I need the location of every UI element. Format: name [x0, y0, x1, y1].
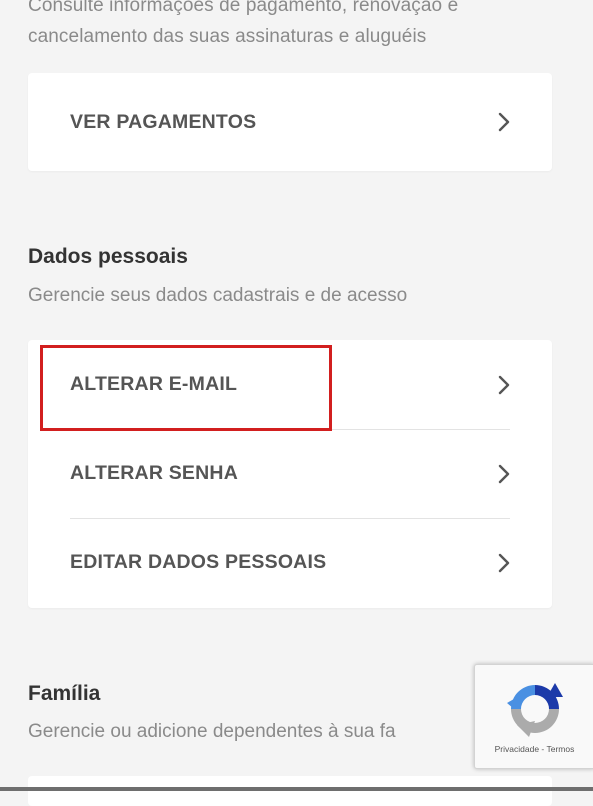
bottom-edge [0, 787, 593, 791]
chevron-right-icon [498, 375, 510, 394]
view-payments-button[interactable]: VER PAGAMENTOS [28, 73, 552, 171]
chevron-right-icon [498, 553, 510, 572]
privacy-link[interactable]: Privacidade [495, 744, 539, 754]
recaptcha-badge[interactable]: Privacidade - Termos [474, 664, 593, 769]
edit-personal-data-label: EDITAR DADOS PESSOAIS [70, 551, 327, 573]
highlight-box [40, 345, 332, 431]
recaptcha-links: Privacidade - Termos [475, 744, 593, 754]
payments-description: Consulte informações de pagamento, renov… [28, 0, 459, 47]
terms-link[interactable]: Termos [546, 744, 574, 754]
personal-section-title: Dados pessoais [28, 245, 188, 268]
payments-card: VER PAGAMENTOS [28, 73, 552, 171]
family-section-subtitle: Gerencie ou adicione dependentes à sua f… [28, 721, 396, 742]
personal-section-subtitle: Gerencie seus dados cadastrais e de aces… [28, 285, 408, 306]
change-password-label: ALTERAR SENHA [70, 462, 238, 484]
edit-personal-data-button[interactable]: EDITAR DADOS PESSOAIS [28, 518, 552, 607]
change-password-button[interactable]: ALTERAR SENHA [28, 429, 552, 518]
chevron-right-icon [498, 464, 510, 483]
chevron-right-icon [498, 112, 510, 132]
view-payments-label: VER PAGAMENTOS [70, 110, 257, 133]
family-card [28, 776, 552, 806]
family-section-title: Família [28, 682, 101, 705]
recaptcha-logo-icon [507, 683, 563, 737]
